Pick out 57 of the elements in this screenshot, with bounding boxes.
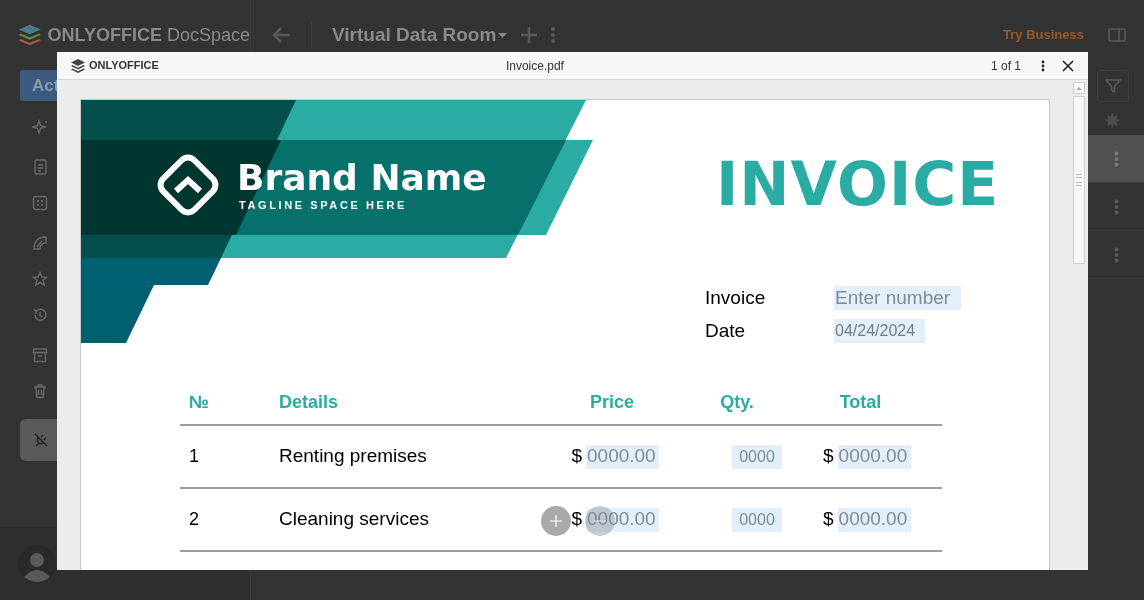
- sparkle-icon: [32, 119, 48, 135]
- file-row[interactable]: [1088, 135, 1144, 183]
- currency-symbol: $: [571, 507, 582, 532]
- panel-icon[interactable]: [1108, 28, 1126, 42]
- try-business-link[interactable]: Try Business: [1003, 25, 1084, 45]
- column-header: №: [189, 391, 210, 412]
- filter-button[interactable]: [1097, 70, 1129, 102]
- avatar-icon[interactable]: [18, 544, 56, 583]
- room-title[interactable]: Virtual Data Room: [332, 20, 497, 50]
- input-field[interactable]: 04/24/2024: [834, 319, 925, 343]
- table-cell: Cleaning services: [279, 508, 429, 530]
- input-field[interactable]: 0000.00: [586, 444, 659, 469]
- field-label: Date: [705, 318, 747, 343]
- column-header: Price: [589, 391, 634, 412]
- caret-icon[interactable]: [498, 32, 508, 38]
- brand-logo-icon: [71, 58, 85, 73]
- input-field[interactable]: Enter number: [834, 286, 961, 310]
- tagline: TAGLINE SPACE HERE: [239, 199, 407, 212]
- table-cell: Renting premises: [279, 445, 427, 467]
- scroll-up-icon[interactable]: [1073, 82, 1085, 94]
- column-header: Qty.: [720, 391, 754, 412]
- archive-icon: [32, 347, 48, 363]
- table-cell: 2: [189, 509, 199, 529]
- star-icon: [32, 271, 48, 287]
- brand-name: Brand Name: [237, 158, 487, 198]
- page-counter: 1 of 1: [990, 57, 1021, 75]
- back-arrow-icon[interactable]: [271, 26, 291, 44]
- table-cell: 1: [189, 446, 199, 466]
- sidebar-item[interactable]: [20, 419, 57, 461]
- plug-icon: [33, 432, 49, 448]
- plus-icon[interactable]: [521, 27, 538, 43]
- input-field[interactable]: 0000: [732, 444, 782, 469]
- trash-icon: [32, 383, 48, 399]
- column-header: Total: [839, 391, 882, 412]
- currency-symbol: $: [571, 444, 582, 469]
- input-field[interactable]: 0000.00: [586, 507, 659, 532]
- field-label: Invoice: [705, 285, 767, 310]
- document-icon: [32, 159, 48, 175]
- more-icon[interactable]: [1041, 59, 1045, 72]
- plus-icon: [550, 515, 562, 527]
- column-header: Details: [279, 391, 339, 412]
- gauge-icon: [32, 235, 48, 251]
- grid-icon: [32, 195, 48, 211]
- invoice-heading: INVOICE: [716, 152, 1000, 216]
- input-field[interactable]: 0000: [732, 507, 782, 532]
- filter-icon: [1105, 78, 1121, 94]
- history-icon: [32, 307, 48, 323]
- close-icon[interactable]: [1062, 59, 1074, 72]
- logo-text: ONLYOFFICE DocSpace: [47, 23, 250, 47]
- input-field[interactable]: 0000.00: [837, 507, 911, 532]
- currency-symbol: $: [823, 507, 834, 532]
- input-field[interactable]: 0000.00: [837, 444, 911, 469]
- currency-symbol: $: [823, 444, 834, 469]
- scrollbar-thumb[interactable]: [1073, 96, 1085, 264]
- settings-icon[interactable]: [1106, 114, 1119, 127]
- brand-name: ONLYOFFICE: [89, 58, 159, 74]
- file-name: Invoice.pdf: [505, 57, 564, 75]
